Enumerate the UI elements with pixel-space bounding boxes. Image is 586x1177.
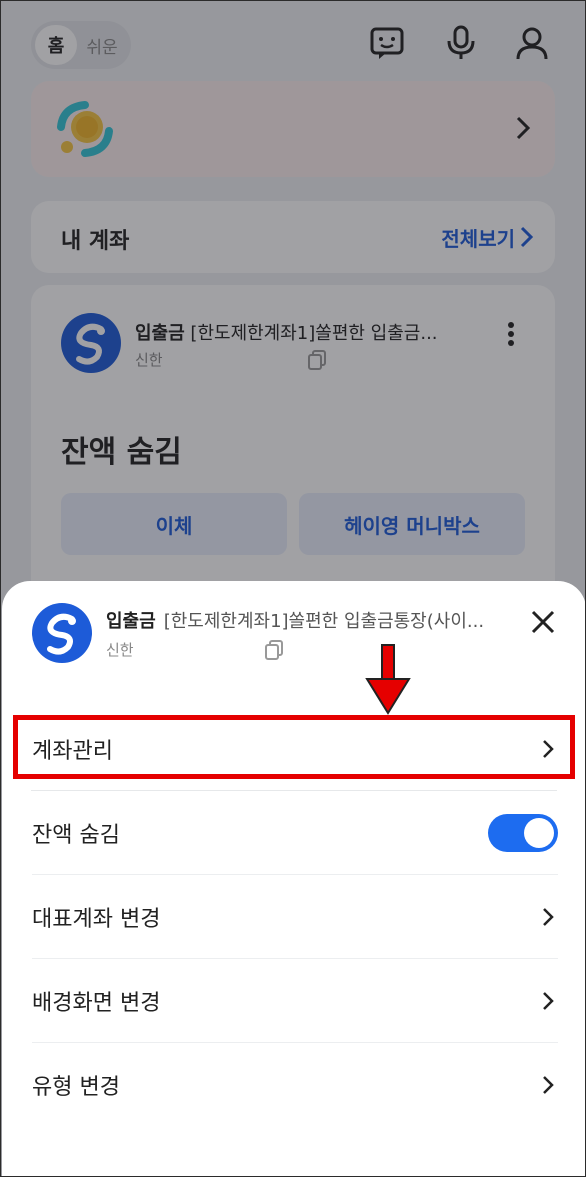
chevron-right-icon — [543, 991, 554, 1010]
sheet-bank-name: 신한 — [106, 641, 134, 659]
menu-change-type[interactable]: 유형 변경 — [32, 1043, 558, 1127]
red-arrow-down-icon — [365, 644, 411, 715]
menu-label: 유형 변경 — [32, 1075, 120, 1100]
sheet-account-name: 입출금 [한도제한계좌1]쏠편한 입출금통장(사이... — [106, 611, 485, 632]
menu-change-wallpaper[interactable]: 배경화면 변경 — [32, 959, 558, 1043]
shinhan-logo-icon — [32, 603, 92, 663]
menu-label: 대표계좌 변경 — [32, 906, 161, 932]
toggle-knob — [524, 817, 554, 848]
menu-label: 잔액 숨김 — [32, 822, 120, 848]
close-icon[interactable] — [528, 607, 558, 637]
screen: 홈 쉬운 내 계좌 전체보기 입출금 [한도제한계좌1]쏠편한 입출금... 신… — [0, 0, 586, 1177]
chevron-right-icon — [543, 907, 554, 926]
menu-hide-balance[interactable]: 잔액 숨김 — [32, 791, 558, 875]
menu-label: 배경화면 변경 — [32, 990, 161, 1016]
highlight-box — [13, 715, 575, 779]
copy-icon[interactable] — [264, 639, 284, 661]
chevron-right-icon — [543, 1076, 554, 1094]
divider — [31, 790, 557, 791]
account-options-sheet: 입출금 [한도제한계좌1]쏠편한 입출금통장(사이... 신한 계좌관리 잔액 숨… — [2, 581, 585, 1176]
menu-change-primary-account[interactable]: 대표계좌 변경 — [32, 875, 558, 959]
hide-balance-toggle[interactable] — [488, 813, 558, 852]
